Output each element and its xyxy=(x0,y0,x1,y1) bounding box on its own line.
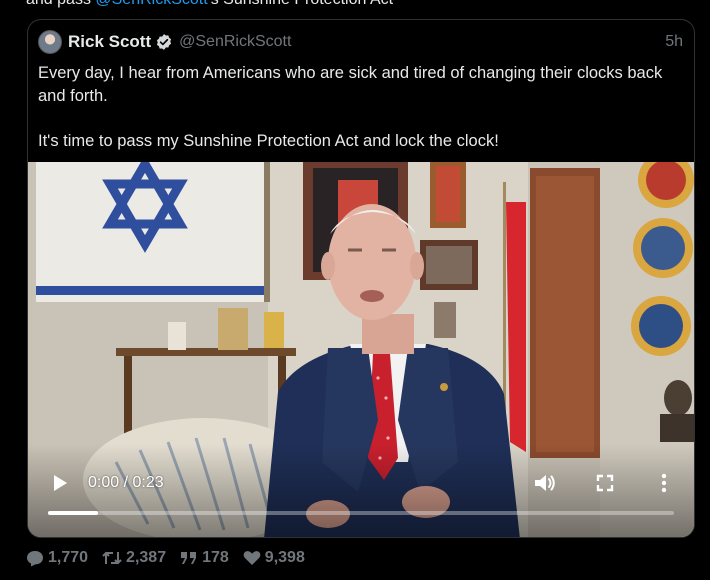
heart-icon xyxy=(243,551,261,565)
verified-badge-icon xyxy=(155,33,173,51)
tweet-text: Every day, I hear from Americans who are… xyxy=(38,62,678,153)
reply-count: 1,770 xyxy=(48,549,89,566)
quoted-tweet-card[interactable]: Rick Scott @SenRickScott 5h Every day, I… xyxy=(27,19,695,538)
retweet-metric[interactable]: 2,387 xyxy=(102,549,166,567)
volume-icon[interactable] xyxy=(533,472,557,494)
video-controls: 0:00 / 0:23 xyxy=(28,444,694,537)
more-options-icon[interactable] xyxy=(655,472,673,494)
author-name[interactable]: Rick Scott xyxy=(68,32,151,52)
retweet-icon xyxy=(102,551,122,565)
reply-metric[interactable]: 1,770 xyxy=(26,549,88,567)
tweet-timestamp[interactable]: 5h xyxy=(665,33,683,51)
tweet-paragraph: It's time to pass my Sunshine Protection… xyxy=(38,132,499,150)
tweet-metrics: 1,770 2,387 178 9,398 xyxy=(26,547,319,569)
video-time-display: 0:00 / 0:23 xyxy=(88,474,164,491)
context-line: and pass @SenRickScott's Sunshine Protec… xyxy=(26,0,393,9)
fullscreen-icon[interactable] xyxy=(595,473,615,493)
retweet-count: 2,387 xyxy=(126,549,167,566)
like-count: 9,398 xyxy=(264,549,305,566)
mention-link[interactable]: @SenRickScott xyxy=(95,0,207,8)
author-handle[interactable]: @SenRickScott xyxy=(179,33,291,51)
context-prefix: and pass xyxy=(26,0,95,8)
quote-metric[interactable]: 178 xyxy=(180,549,229,567)
quote-icon xyxy=(181,552,197,564)
video-player[interactable]: 0:00 / 0:23 xyxy=(28,162,694,537)
context-suffix: 's Sunshine Protection Act xyxy=(208,0,393,8)
tweet-header: Rick Scott @SenRickScott 5h xyxy=(38,30,684,54)
video-progress-fill xyxy=(48,511,99,515)
reply-icon xyxy=(27,550,43,566)
video-progress-bar[interactable] xyxy=(48,511,674,515)
avatar[interactable] xyxy=(38,30,62,54)
like-metric[interactable]: 9,398 xyxy=(243,549,305,567)
tweet-paragraph: Every day, I hear from Americans who are… xyxy=(38,64,663,105)
quote-count: 178 xyxy=(202,549,229,566)
play-icon[interactable] xyxy=(50,473,70,493)
